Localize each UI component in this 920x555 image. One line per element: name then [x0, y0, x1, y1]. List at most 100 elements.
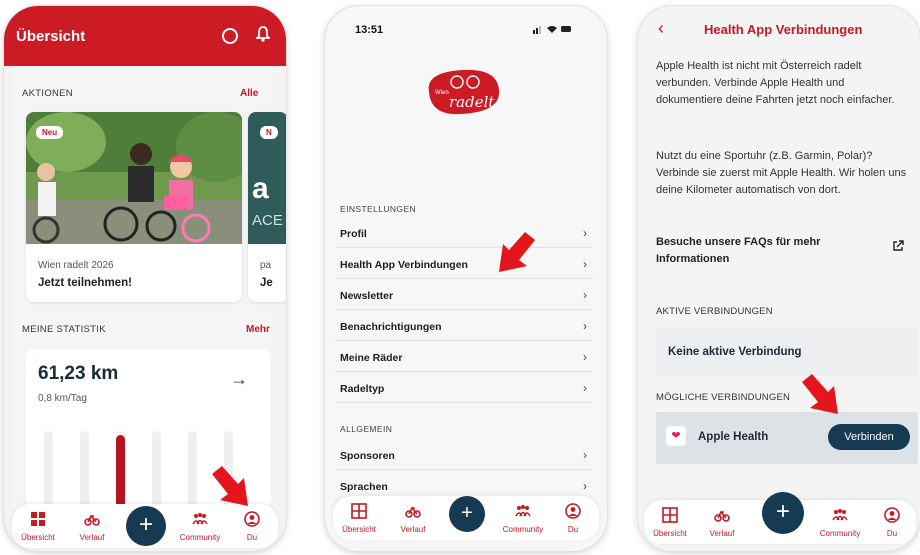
bell-icon[interactable] — [256, 26, 270, 42]
menu-item-label: Health App Verbindungen — [340, 259, 468, 271]
tab-community[interactable]: Community — [814, 500, 866, 544]
menu-item-profil[interactable]: Profil › — [335, 218, 593, 248]
daily-average: 0,8 km/Tag — [38, 393, 87, 404]
tab-verlauf[interactable]: Verlauf — [66, 504, 118, 548]
menu-item-label: Benachrichtigungen — [340, 321, 442, 333]
tab-label: Community — [502, 525, 544, 534]
overview-body: AKTIONEN Alle Neu Wien radelt 2026 Jetzt… — [12, 66, 286, 519]
status-time: 13:51 — [355, 24, 384, 36]
tab-du[interactable]: Du — [226, 504, 278, 548]
active-connections-heading: AKTIVE VERBINDUNGEN — [656, 306, 773, 317]
menu-item-notifications[interactable]: Benachrichtigungen › — [335, 311, 593, 341]
status-icons — [533, 26, 571, 34]
action-card-2-subtitle: pa — [260, 260, 272, 271]
tab-label: Übersicht — [653, 529, 687, 538]
tab-verlauf[interactable]: Verlauf — [387, 496, 439, 540]
tab-label: Übersicht — [342, 525, 376, 534]
new-badge-2: N — [260, 126, 278, 139]
settings-section-heading: EINSTELLUNGEN — [340, 204, 417, 214]
action-card-2-title: Je — [260, 277, 273, 289]
tab-du[interactable]: Du — [547, 496, 599, 540]
page-title: Health App Verbindungen — [704, 22, 863, 37]
action-card-2-image-text2: ACE — [252, 212, 283, 229]
tab-label: Verlauf — [709, 529, 735, 538]
tab-uebersicht[interactable]: Übersicht — [333, 496, 385, 540]
statistik-more-link[interactable]: Mehr — [246, 324, 270, 335]
menu-item-radeltyp[interactable]: Radeltyp › — [335, 373, 593, 403]
menu-item-health-app[interactable]: Health App Verbindungen › — [335, 249, 593, 279]
possible-connections-heading: MÖGLICHE VERBINDUNGEN — [656, 392, 791, 403]
tab-community[interactable]: Community — [497, 496, 549, 540]
grid-icon — [662, 507, 678, 523]
wien-radelt-logo: Wien radelt — [423, 66, 503, 118]
user-icon — [565, 503, 581, 519]
action-card-title: Jetzt teilnehmen! — [38, 277, 132, 289]
page-title: Übersicht — [16, 28, 86, 45]
tab-label: Verlauf — [400, 525, 426, 534]
bike-icon — [84, 514, 100, 526]
tab-verlauf[interactable]: Verlauf — [696, 500, 748, 544]
tab-label: Verlauf — [79, 533, 105, 542]
arrow-right-icon[interactable]: → — [230, 369, 248, 390]
menu-item-label: Radeltyp — [340, 383, 385, 395]
tab-label: Community — [179, 533, 221, 542]
apple-health-label: Apple Health — [698, 431, 769, 443]
red-arrow-annotation — [212, 466, 248, 506]
tab-bar: Übersicht Verlauf + Community Du — [644, 492, 918, 544]
phone-overview-screen: Übersicht AKTIONEN Alle Neu Wien radelt … — [4, 6, 286, 551]
bike-icon — [714, 510, 730, 522]
external-link-icon[interactable] — [892, 240, 904, 252]
menu-item-newsletter[interactable]: Newsletter › — [335, 280, 593, 310]
tab-label: Du — [886, 529, 898, 538]
menu-item-bikes[interactable]: Meine Räder › — [335, 342, 593, 372]
people-icon — [192, 513, 208, 525]
grid-icon — [351, 503, 367, 519]
chevron-right-icon: › — [583, 257, 587, 271]
chevron-right-icon: › — [583, 319, 587, 333]
add-button[interactable]: + — [126, 506, 166, 546]
phone-health-app-screen: ‹ Health App Verbindungen Apple Health i… — [638, 6, 920, 551]
phone-settings-screen: 13:51 Wien radelt EINSTELLUNGEN Profil ›… — [325, 6, 607, 551]
chevron-right-icon: › — [583, 479, 587, 493]
connect-button[interactable]: Verbinden — [828, 424, 910, 450]
general-section-heading: ALLGEMEIN — [340, 424, 393, 434]
chevron-right-icon: › — [583, 381, 587, 395]
tab-du[interactable]: Du — [866, 500, 918, 544]
add-button[interactable]: + — [762, 492, 804, 534]
new-badge: Neu — [36, 126, 64, 139]
menu-item-label: Sprachen — [340, 481, 388, 493]
chat-icon[interactable] — [222, 28, 238, 44]
heart-icon: ❤ — [666, 426, 686, 446]
total-distance: 61,23 km — [38, 363, 119, 384]
tab-bar: Übersicht Verlauf + Community Du — [333, 496, 599, 540]
chevron-right-icon: › — [583, 288, 587, 302]
action-card-wien-radelt[interactable]: Neu Wien radelt 2026 Jetzt teilnehmen! — [26, 112, 242, 302]
add-button[interactable]: + — [449, 496, 485, 532]
action-card-subtitle: Wien radelt 2026 — [38, 260, 114, 271]
people-icon — [832, 509, 848, 521]
tab-uebersicht[interactable]: Übersicht — [644, 500, 696, 544]
action-card-2[interactable]: a ACE N pa Je — [248, 112, 286, 302]
menu-item-label: Newsletter — [340, 290, 394, 302]
tab-bar: Übersicht Verlauf + Community Du — [12, 504, 278, 548]
info-paragraph-2: Nutzt du eine Sportuhr (z.B. Garmin, Pol… — [656, 150, 907, 196]
statistik-heading: MEINE STATISTIK — [22, 324, 106, 335]
chevron-right-icon: › — [583, 350, 587, 364]
faq-link[interactable]: Besuche unsere FAQs für mehr Information… — [656, 234, 856, 268]
tab-uebersicht[interactable]: Übersicht — [12, 504, 64, 548]
menu-item-sponsors[interactable]: Sponsoren › — [335, 440, 593, 470]
aktionen-all-link[interactable]: Alle — [240, 88, 258, 99]
chevron-right-icon: › — [583, 448, 587, 462]
people-icon — [515, 505, 531, 517]
menu-item-label: Sponsoren — [340, 450, 395, 462]
menu-item-label: Profil — [340, 228, 367, 240]
no-active-connection: Keine aktive Verbindung — [668, 346, 802, 358]
back-button[interactable]: ‹ — [658, 18, 664, 39]
bike-icon — [405, 506, 421, 518]
tab-label: Du — [246, 533, 258, 542]
chevron-right-icon: › — [583, 226, 587, 240]
action-card-2-image-text: a — [252, 172, 269, 205]
user-icon — [884, 507, 900, 523]
overview-header: Übersicht — [4, 6, 286, 66]
tab-community[interactable]: Community — [174, 504, 226, 548]
